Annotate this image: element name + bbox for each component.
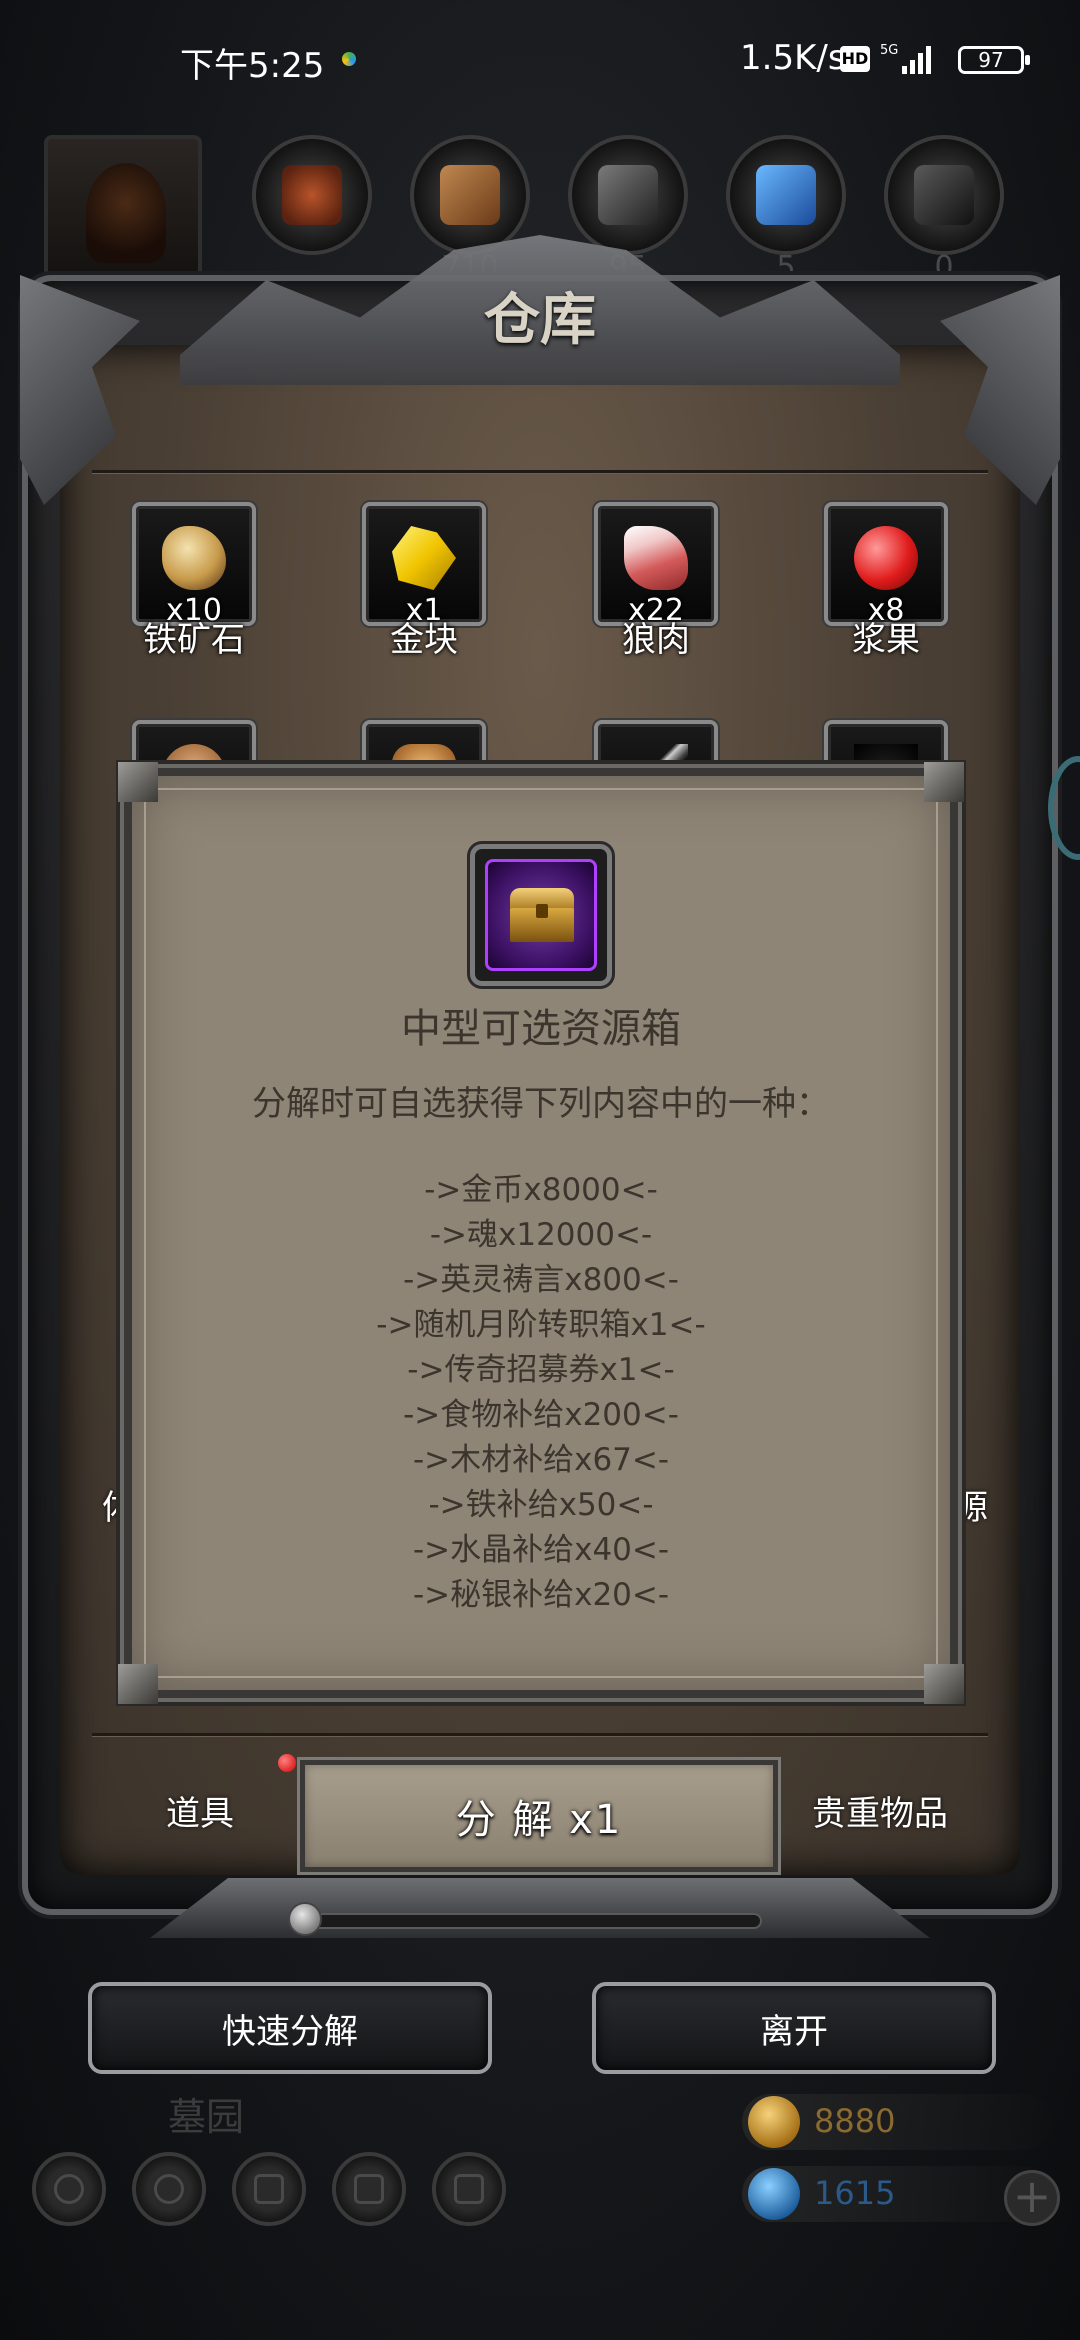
reward-option: ->木材补给x67<- [412,1442,670,1478]
network-speed: 1.5K/s [740,38,846,78]
crystal-resource-slot[interactable] [726,135,846,255]
item-slot-iron-ore[interactable]: x10 [132,502,256,628]
reward-option: ->秘银补给x20<- [412,1577,670,1613]
gem-amount: 1615 [814,2174,896,2212]
reward-option: ->铁补给x50<- [428,1487,654,1523]
panel-bottom-ornament [150,1878,930,1938]
corner-ornament [924,762,964,802]
star-icon [154,2174,184,2204]
meat-resource-slot[interactable] [252,135,372,255]
item-name: 浆果 [852,620,920,660]
mail-nav-button[interactable] [332,2152,406,2226]
network-type: 5G [880,43,898,58]
gold-nugget-icon [392,526,456,590]
panel-title: 仓库 [484,288,596,353]
item-name: 铁矿石 [143,620,245,660]
book-icon [254,2174,284,2204]
tab-items[interactable]: 道具 [166,1786,234,1835]
crystal-icon [756,165,816,225]
status-bar: 下午5:25 1.5K/s HD 5G 97 [0,0,1080,120]
tab-valuables[interactable]: 贵重物品 [812,1786,948,1835]
scroll-thumb[interactable] [288,1902,322,1936]
reward-option: ->水晶补给x40<- [412,1532,670,1568]
achievements-nav-button[interactable] [132,2152,206,2226]
corner-ornament [118,762,158,802]
location-label: 墓园 [168,2095,245,2139]
popup-item-frame [470,844,612,986]
codex-nav-button[interactable] [232,2152,306,2226]
reward-options-list: ->金币x8000<- ->魂x12000<- ->英灵祷言x800<- ->随… [124,1168,958,1618]
notification-dot [278,1754,296,1772]
mail-icon [354,2174,384,2204]
divider [92,470,988,473]
reward-option: ->金币x8000<- [424,1172,658,1208]
hooded-avatar-icon [86,163,166,263]
reward-option: ->传奇招募券x1<- [407,1352,675,1388]
treasure-chest-icon [510,888,574,942]
mithril-icon [914,165,974,225]
app-notification-icon [342,52,356,66]
gear-icon [54,2174,84,2204]
settings-nav-button[interactable] [32,2152,106,2226]
player-avatar[interactable] [44,135,202,281]
gold-currency: 8880 [742,2094,1052,2150]
item-name: 金块 [390,620,458,660]
quick-decompose-button[interactable]: 快速分解 [88,1982,492,2074]
popup-title: 中型可选资源箱 [401,1006,681,1052]
corner-ornament [924,1664,964,1704]
signal-icon: 5G [880,43,931,74]
reward-option: ->英灵祷言x800<- [403,1262,679,1298]
item-slot-wolf-meat[interactable]: x22 [594,502,718,628]
wood-icon [440,165,500,225]
map-icon [454,2174,484,2204]
item-name-partial: 源 [954,1488,988,1528]
popup-description: 分解时可自选获得下列内容中的一种： [252,1084,830,1124]
hd-badge: HD [840,46,870,72]
iron-ore-icon [162,526,226,590]
item-slot-berry[interactable]: x8 [824,502,948,628]
wolf-meat-icon [624,526,688,590]
divider [92,1733,988,1736]
gem-icon [748,2168,800,2220]
item-slot-gold-nugget[interactable]: x1 [362,502,486,628]
gold-amount: 8880 [814,2102,896,2140]
iron-resource-slot[interactable] [568,135,688,255]
item-name: 狼肉 [622,620,690,660]
map-nav-button[interactable] [432,2152,506,2226]
gold-coin-icon [748,2096,800,2148]
add-currency-button[interactable]: + [1004,2170,1060,2226]
battery-indicator: 97 [958,46,1030,74]
wood-resource-slot[interactable] [410,135,530,255]
status-time: 下午5:25 [180,46,325,86]
reward-option: ->随机月阶转职箱x1<- [376,1307,706,1343]
iron-icon [598,165,658,225]
leave-button[interactable]: 离开 [592,1982,996,2074]
reward-option: ->魂x12000<- [429,1217,653,1253]
reward-option: ->食物补给x200<- [403,1397,679,1433]
meat-icon [282,165,342,225]
scroll-track[interactable] [300,1913,762,1929]
mithril-resource-slot[interactable] [884,135,1004,255]
decompose-button[interactable]: 分 解 x1 [300,1760,778,1872]
corner-ornament [118,1664,158,1704]
berry-icon [854,526,918,590]
